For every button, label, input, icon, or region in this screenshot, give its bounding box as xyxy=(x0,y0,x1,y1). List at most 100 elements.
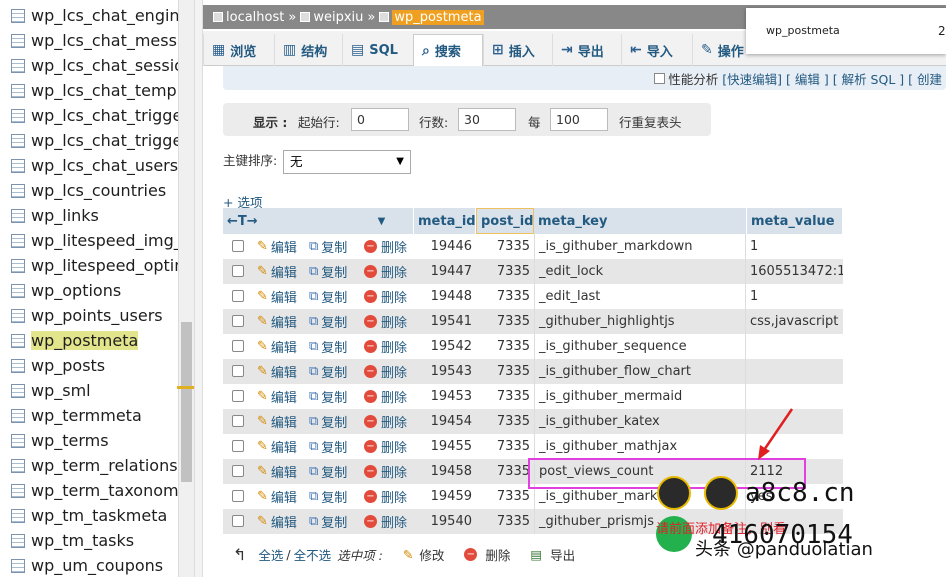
edit-button[interactable]: ✎ 编辑 xyxy=(257,384,297,409)
sidebar-item-wp-lcs-chat-session[interactable]: wp_lcs_chat_session xyxy=(0,53,178,78)
scrollbar-thumb[interactable] xyxy=(181,322,192,482)
row-checkbox[interactable] xyxy=(232,440,244,452)
breadcrumb-server[interactable]: localhost xyxy=(213,10,284,25)
edit-button[interactable]: ✎ 编辑 xyxy=(257,359,297,384)
repeat-header-input[interactable]: 100 xyxy=(550,108,608,131)
column-header-meta-value[interactable]: meta_value xyxy=(747,208,843,234)
delete-button[interactable]: − 删除 xyxy=(364,334,407,359)
cell-post-id[interactable]: 7335 xyxy=(476,359,530,384)
table-icon[interactable] xyxy=(11,383,25,398)
tab-0[interactable]: ▦ 浏览 xyxy=(203,34,274,66)
table-icon[interactable] xyxy=(11,183,25,198)
edit-button[interactable]: ✎ 编辑 xyxy=(257,509,297,534)
breadcrumb-table[interactable]: wp_postmeta xyxy=(379,9,484,25)
delete-button[interactable]: − 删除 xyxy=(364,509,407,534)
edit-button[interactable]: ✎ 编辑 xyxy=(257,434,297,459)
chevron-down-icon[interactable]: ▼ xyxy=(378,216,386,227)
copy-button[interactable]: ⧉ 复制 xyxy=(309,509,347,534)
copy-button[interactable]: ⧉ 复制 xyxy=(309,309,347,334)
sidebar-item-wp-points-users[interactable]: wp_points_users xyxy=(0,303,178,328)
copy-button[interactable]: ⧉ 复制 xyxy=(309,484,347,509)
uncheck-all-link[interactable]: 全不选 xyxy=(294,545,332,564)
copy-button[interactable]: ⧉ 复制 xyxy=(309,284,347,309)
cell-post-id[interactable]: 7335 xyxy=(476,384,530,409)
row-checkbox[interactable] xyxy=(232,240,244,252)
table-icon[interactable] xyxy=(11,558,25,573)
copy-button[interactable]: ⧉ 复制 xyxy=(309,409,347,434)
sidebar-item-wp-um-coupons[interactable]: wp_um_coupons xyxy=(0,553,178,577)
bulk-export-button[interactable]: ▤ 导出 xyxy=(530,545,575,564)
edit-sql-link[interactable]: [ 编辑 ] xyxy=(786,69,829,88)
delete-button[interactable]: − 删除 xyxy=(364,309,407,334)
copy-button[interactable]: ⧉ 复制 xyxy=(309,459,347,484)
row-checkbox[interactable] xyxy=(232,290,244,302)
sidebar-item-wp-tm-taskmeta[interactable]: wp_tm_taskmeta xyxy=(0,503,178,528)
sidebar-item-wp-lcs-chat-users[interactable]: wp_lcs_chat_users xyxy=(0,153,178,178)
tab-2[interactable]: ▤ SQL xyxy=(342,34,413,66)
tab-5[interactable]: ⇥ 导出 xyxy=(552,34,621,66)
column-resize-header[interactable]: ←T→ ▼ xyxy=(223,208,414,234)
cell-meta-id[interactable]: 19447 xyxy=(414,259,472,284)
breadcrumb-database[interactable]: weipxiu xyxy=(300,10,363,25)
sidebar-item-wp-tm-tasks[interactable]: wp_tm_tasks xyxy=(0,528,178,553)
explain-sql-link[interactable]: [ 解析 SQL ] xyxy=(833,69,904,88)
sidebar-item-wp-term-taxonomy[interactable]: wp_term_taxonomy xyxy=(0,478,178,503)
cell-meta-id[interactable]: 19458 xyxy=(414,459,472,484)
row-checkbox[interactable] xyxy=(232,340,244,352)
copy-button[interactable]: ⧉ 复制 xyxy=(309,384,347,409)
edit-button[interactable]: ✎ 编辑 xyxy=(257,484,297,509)
sidebar-item-wp-lcs-chat-messag[interactable]: wp_lcs_chat_messag xyxy=(0,28,178,53)
rows-input[interactable]: 30 xyxy=(458,108,516,131)
cell-meta-id[interactable]: 19448 xyxy=(414,284,472,309)
sidebar-item-wp-links[interactable]: wp_links xyxy=(0,203,178,228)
row-checkbox[interactable] xyxy=(232,315,244,327)
edit-button[interactable]: ✎ 编辑 xyxy=(257,259,297,284)
delete-button[interactable]: − 删除 xyxy=(364,459,407,484)
delete-button[interactable]: − 删除 xyxy=(364,234,407,259)
table-icon[interactable] xyxy=(11,133,25,148)
delete-button[interactable]: − 删除 xyxy=(364,284,407,309)
delete-button[interactable]: − 删除 xyxy=(364,409,407,434)
sidebar-item-wp-litespeed-img-c[interactable]: wp_litespeed_img_c xyxy=(0,228,178,253)
row-checkbox[interactable] xyxy=(232,390,244,402)
row-checkbox[interactable] xyxy=(232,490,244,502)
edit-button[interactable]: ✎ 编辑 xyxy=(257,334,297,359)
table-icon[interactable] xyxy=(11,308,25,323)
cell-meta-value[interactable] xyxy=(745,359,843,384)
sidebar-item-wp-sml[interactable]: wp_sml xyxy=(0,378,178,403)
table-icon[interactable] xyxy=(11,33,25,48)
sidebar-item-wp-lcs-chat-trigger[interactable]: wp_lcs_chat_trigger xyxy=(0,128,178,153)
table-icon[interactable] xyxy=(11,533,25,548)
table-icon[interactable] xyxy=(11,83,25,98)
sidebar-item-wp-litespeed-optim[interactable]: wp_litespeed_optim xyxy=(0,253,178,278)
tab-3[interactable]: ⌕ 搜索 xyxy=(413,34,483,66)
sidebar-item-wp-terms[interactable]: wp_terms xyxy=(0,428,178,453)
cell-post-id[interactable]: 7335 xyxy=(476,234,530,259)
cell-meta-id[interactable]: 19453 xyxy=(414,384,472,409)
sidebar-item-wp-lcs-chat-trigger[interactable]: wp_lcs_chat_trigger xyxy=(0,103,178,128)
cell-meta-key[interactable]: _is_githuber_mathjax xyxy=(534,434,743,459)
pane-divider[interactable] xyxy=(194,0,203,577)
cell-meta-value[interactable]: 1 xyxy=(745,284,843,309)
table-icon[interactable] xyxy=(11,433,25,448)
table-icon[interactable] xyxy=(11,408,25,423)
row-checkbox[interactable] xyxy=(232,415,244,427)
table-icon[interactable] xyxy=(11,108,25,123)
cell-meta-key[interactable]: _is_githuber_sequence xyxy=(534,334,743,359)
bulk-edit-button[interactable]: ✎ 修改 xyxy=(403,545,445,564)
tab-1[interactable]: ▥ 结构 xyxy=(274,34,342,66)
row-checkbox[interactable] xyxy=(232,365,244,377)
table-icon[interactable] xyxy=(11,358,25,373)
table-icon[interactable] xyxy=(11,508,25,523)
sidebar-scrollbar[interactable] xyxy=(177,0,195,577)
edit-button[interactable]: ✎ 编辑 xyxy=(257,459,297,484)
cell-meta-id[interactable]: 19455 xyxy=(414,434,472,459)
cell-meta-key[interactable]: _edit_lock xyxy=(534,259,743,284)
column-header-meta-key[interactable]: meta_key xyxy=(534,208,747,234)
delete-button[interactable]: − 删除 xyxy=(364,259,407,284)
quick-edit-link[interactable]: [快速编辑] xyxy=(722,69,782,88)
table-icon[interactable] xyxy=(11,258,25,273)
cell-post-id[interactable]: 7335 xyxy=(476,484,530,509)
sidebar-item-wp-lcs-chat-engine[interactable]: wp_lcs_chat_engine xyxy=(0,3,178,28)
table-icon[interactable] xyxy=(11,8,25,23)
